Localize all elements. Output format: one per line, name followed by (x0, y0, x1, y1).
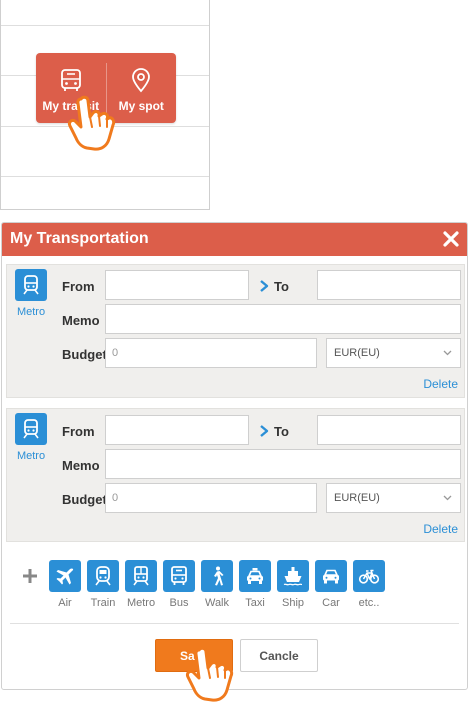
footer-divider (10, 623, 459, 624)
budget-input[interactable]: 0 (105, 338, 317, 368)
mode-button (315, 560, 347, 592)
mode-bus[interactable]: Bus (163, 560, 195, 609)
mode-air[interactable]: Air (49, 560, 81, 609)
taxi-icon (247, 568, 263, 584)
mode-etc[interactable]: etc.. (353, 560, 385, 609)
mode-button (239, 560, 271, 592)
grid-line (1, 25, 209, 26)
train-icon (95, 566, 111, 586)
mode-ship[interactable]: Ship (277, 560, 309, 609)
bicycle-icon (358, 569, 380, 584)
to-label: To (274, 279, 289, 294)
transport-mode-list: Air Train Metro Bus Walk Taxi Ship Car e… (49, 560, 385, 609)
mode-label: Train (90, 597, 116, 609)
entry-mode-label: Metro (16, 306, 46, 318)
delete-link[interactable]: Delete (423, 377, 458, 391)
chevron-down-icon (443, 350, 452, 356)
memo-label: Memo (62, 313, 100, 328)
grid-line (1, 176, 209, 177)
mode-label: etc.. (358, 597, 380, 609)
car-icon (323, 569, 339, 584)
mode-label: Car (322, 597, 340, 609)
currency-value: EUR(EU) (334, 492, 380, 504)
mode-walk[interactable]: Walk (201, 560, 233, 609)
to-input[interactable] (317, 415, 461, 445)
to-label: To (274, 424, 289, 439)
budget-label: Budget (62, 347, 107, 362)
mode-button (87, 560, 119, 592)
from-input[interactable] (105, 415, 249, 445)
from-label: From (62, 424, 95, 439)
delete-link[interactable]: Delete (423, 522, 458, 536)
memo-input[interactable] (105, 304, 461, 334)
budget-input[interactable]: 0 (105, 483, 317, 513)
mode-car[interactable]: Car (315, 560, 347, 609)
bus-outline-icon (60, 69, 81, 91)
walk-icon (214, 566, 224, 586)
entry-mode-button[interactable] (15, 269, 47, 301)
mode-button (163, 560, 195, 592)
budget-label: Budget (62, 492, 107, 507)
mode-label: Taxi (245, 597, 265, 609)
mode-label: Bus (169, 597, 189, 609)
ship-icon (283, 567, 303, 586)
map-pin-icon (132, 68, 151, 93)
context-snippet: My transit My spot (0, 0, 210, 210)
mode-metro[interactable]: Metro (125, 560, 157, 609)
currency-select[interactable]: EUR(EU) (326, 338, 461, 368)
to-input[interactable] (317, 270, 461, 300)
mode-button (277, 560, 309, 592)
transportation-dialog: My Transportation Metro From To Memo Bud… (1, 222, 468, 690)
chevron-down-icon (443, 495, 452, 501)
mode-taxi[interactable]: Taxi (239, 560, 271, 609)
entry-mode-label: Metro (16, 450, 46, 462)
mode-button (125, 560, 157, 592)
mode-button (201, 560, 233, 592)
mode-label: Air (58, 597, 72, 609)
close-icon[interactable] (441, 229, 461, 249)
metro-icon (23, 419, 39, 439)
currency-value: EUR(EU) (334, 347, 380, 359)
pointer-hand-icon (68, 95, 116, 151)
dialog-title: My Transportation (10, 230, 149, 247)
mode-label: Metro (126, 597, 156, 609)
currency-select[interactable]: EUR(EU) (326, 483, 461, 513)
mode-train[interactable]: Train (87, 560, 119, 609)
transport-entry: Metro From To Memo Budget 0 EUR(EU) Dele… (6, 264, 465, 398)
metro-icon (133, 566, 149, 586)
entry-mode-button[interactable] (15, 413, 47, 445)
from-input[interactable] (105, 270, 249, 300)
transport-entry: Metro From To Memo Budget 0 EUR(EU) Dele… (6, 408, 465, 542)
chevron-right-icon (260, 425, 269, 437)
mode-label: Ship (281, 597, 305, 609)
bus-icon (171, 566, 187, 585)
mode-label: Walk (204, 597, 230, 609)
airplane-icon (56, 568, 74, 585)
mode-button (353, 560, 385, 592)
pointer-hand-icon (186, 646, 234, 702)
plus-icon[interactable] (21, 567, 39, 585)
cancel-button[interactable]: Cancle (240, 639, 318, 672)
memo-label: Memo (62, 458, 100, 473)
memo-input[interactable] (105, 449, 461, 479)
metro-icon (23, 275, 39, 295)
mode-button (49, 560, 81, 592)
chevron-right-icon (260, 280, 269, 292)
from-label: From (62, 279, 95, 294)
dialog-header: My Transportation (2, 223, 467, 256)
